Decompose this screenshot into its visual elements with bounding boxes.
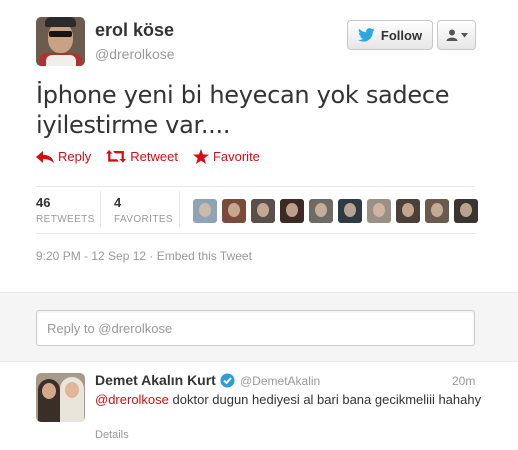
- tweet-stats: 46 RETWEETS 4 FAVORITES: [36, 187, 478, 233]
- caret-down-icon: [460, 32, 468, 37]
- user-actions-dropdown-button[interactable]: [437, 20, 476, 50]
- reply-label: Reply: [58, 149, 92, 164]
- user-face-icon[interactable]: [396, 199, 420, 223]
- favorites-stat[interactable]: 4 FAVORITES: [114, 187, 173, 233]
- reply-body: doktor dugun hediyesi al bari bana gecik…: [168, 392, 482, 407]
- follow-button[interactable]: Follow: [347, 20, 433, 50]
- retweet-label: Retweet: [130, 149, 178, 164]
- stat-divider: [100, 191, 101, 227]
- user-face-icon[interactable]: [309, 199, 333, 223]
- favorite-label: Favorite: [212, 149, 260, 164]
- retweets-stat[interactable]: 46 RETWEETS: [36, 187, 95, 233]
- favorite-action[interactable]: Favorite: [192, 149, 260, 164]
- user-face-icon[interactable]: [280, 199, 304, 223]
- favorites-count: 4: [114, 195, 122, 210]
- retweets-label: RETWEETS: [36, 214, 95, 225]
- reply-input[interactable]: [36, 310, 475, 346]
- reply-time[interactable]: 20m: [452, 374, 475, 388]
- embed-tweet-link[interactable]: Embed this Tweet: [157, 249, 252, 263]
- reply-author-handle[interactable]: @DemetAkalin: [240, 374, 320, 388]
- tweet-text: İphone yeni bi heyecan yok sadece iyiles…: [36, 81, 450, 139]
- user-face-icon[interactable]: [222, 199, 246, 223]
- author-handle[interactable]: @drerolkose: [95, 46, 175, 62]
- tweet-actions: Reply Retweet Favorite: [36, 149, 260, 164]
- author-display-name[interactable]: erol köse: [95, 20, 174, 41]
- user-icon: [446, 29, 457, 41]
- reply-author-avatar[interactable]: [36, 373, 85, 422]
- reply-area: [0, 292, 518, 362]
- reply-author-display-name: Demet Akalın Kurt: [95, 372, 216, 388]
- reply-details-link[interactable]: Details: [95, 429, 129, 441]
- retweet-action[interactable]: Retweet: [106, 149, 178, 164]
- reply-mention-link[interactable]: @drerolkose: [95, 392, 169, 407]
- author-avatar[interactable]: [36, 17, 85, 66]
- reply-icon: [36, 150, 54, 163]
- reply-text: @drerolkose doktor dugun hediyesi al bar…: [95, 391, 495, 408]
- tweet-timestamp[interactable]: 9:20 PM - 12 Sep 12: [36, 249, 146, 263]
- tweet-meta: 9:20 PM - 12 Sep 12 · Embed this Tweet: [36, 249, 252, 263]
- user-face-icon[interactable]: [425, 199, 449, 223]
- favorites-label: FAVORITES: [114, 214, 173, 225]
- retweet-icon: [106, 150, 127, 163]
- verified-badge-icon: [220, 373, 235, 387]
- user-face-icon[interactable]: [367, 199, 391, 223]
- stat-divider: [179, 191, 180, 227]
- twitter-bird-icon: [358, 28, 375, 42]
- reply-tweet: Demet Akalın Kurt @DemetAkalin 20m @drer…: [0, 363, 518, 450]
- follow-label: Follow: [380, 27, 423, 43]
- reply-action[interactable]: Reply: [36, 149, 91, 164]
- user-face-icon[interactable]: [454, 199, 478, 223]
- star-icon: [192, 149, 209, 164]
- user-face-icon[interactable]: [338, 199, 362, 223]
- user-face-icon[interactable]: [193, 199, 217, 223]
- tweet-permalink: erol köse @drerolkose Follow İphone yeni…: [0, 0, 518, 292]
- reply-author-name-row[interactable]: Demet Akalın Kurt: [95, 372, 235, 388]
- meta-separator: ·: [146, 249, 157, 263]
- user-face-icon[interactable]: [251, 199, 275, 223]
- retweets-count: 46: [36, 195, 51, 210]
- divider: [36, 233, 475, 234]
